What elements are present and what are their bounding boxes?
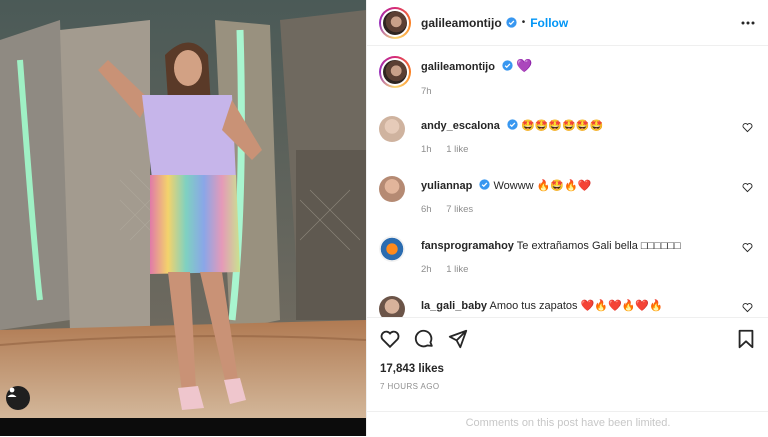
comment-time: 6h xyxy=(421,204,432,215)
photo-illustration xyxy=(0,0,366,436)
verified-icon xyxy=(507,119,518,130)
verified-icon xyxy=(502,60,513,71)
comment-likes[interactable]: 1 like xyxy=(446,264,468,275)
comments-list[interactable]: galileamontijo 💜 7h andy_escalona 🤩🤩🤩🤩🤩🤩… xyxy=(367,46,768,317)
share-button[interactable] xyxy=(447,328,469,350)
commenter-avatar[interactable] xyxy=(379,296,405,317)
likes-count[interactable]: 17,843 likes xyxy=(380,363,444,375)
caption-avatar[interactable] xyxy=(379,56,411,88)
comment-text: Amoo tus zapatos ❤️🔥❤️🔥❤️🔥 xyxy=(489,300,663,312)
comment-icon xyxy=(414,329,433,348)
more-options-button[interactable] xyxy=(739,14,757,32)
commenter-avatar[interactable] xyxy=(379,176,405,202)
caption-text: 💜 xyxy=(516,58,533,73)
post-modal: galileamontijo • Follow galileamontijo 💜… xyxy=(0,0,768,436)
bookmark-icon xyxy=(738,329,754,349)
comment-likes[interactable]: 7 likes xyxy=(446,204,473,215)
caption-meta: 7h xyxy=(421,86,444,97)
user-tag-button[interactable] xyxy=(6,386,30,410)
comment-time: 1h xyxy=(421,144,432,155)
verified-icon xyxy=(479,179,491,190)
post-panel: galileamontijo • Follow galileamontijo 💜… xyxy=(366,0,768,436)
comment-text: 🤩🤩🤩🤩🤩🤩 xyxy=(521,120,604,132)
header-separator: • xyxy=(521,17,526,28)
comment-item: fansprogramahoy Te extrañamos Gali bella… xyxy=(379,236,759,276)
comment-username[interactable]: la_gali_baby xyxy=(421,300,487,312)
author-avatar[interactable] xyxy=(379,6,411,39)
heart-icon[interactable] xyxy=(742,302,753,313)
comment-text: Wowww 🔥🤩🔥❤️ xyxy=(493,180,592,192)
comment-item: andy_escalona 🤩🤩🤩🤩🤩🤩 1h 1 like xyxy=(379,116,759,156)
commenter-avatar[interactable] xyxy=(379,236,405,262)
comment-username[interactable]: yuliannap xyxy=(421,180,472,192)
comment-time: 2h xyxy=(421,264,432,275)
verified-icon xyxy=(506,17,517,28)
heart-icon[interactable] xyxy=(742,242,753,253)
comment-meta: 6h 7 likes xyxy=(421,204,485,215)
like-button[interactable] xyxy=(379,328,401,350)
comment-meta: 1h 1 like xyxy=(421,144,480,155)
user-tag-icon xyxy=(7,387,17,397)
commenter-avatar[interactable] xyxy=(379,116,405,142)
share-icon xyxy=(448,329,468,349)
comment-button[interactable] xyxy=(413,328,435,350)
comment-item: la_gali_baby Amoo tus zapatos ❤️🔥❤️🔥❤️🔥 xyxy=(379,296,759,317)
heart-icon xyxy=(380,330,400,349)
comment-likes[interactable]: 1 like xyxy=(446,144,468,155)
comment-meta: 2h 1 like xyxy=(421,264,480,275)
photo-bottom-bar xyxy=(0,418,366,436)
save-button[interactable] xyxy=(735,328,757,350)
post-header: galileamontijo • Follow xyxy=(367,0,768,46)
comment-text: Te extrañamos Gali bella □□□□□□ xyxy=(516,240,681,252)
post-timestamp[interactable]: 7 HOURS AGO xyxy=(380,382,440,391)
caption-time: 7h xyxy=(421,86,432,97)
more-icon xyxy=(741,21,755,25)
post-photo[interactable] xyxy=(0,0,366,436)
heart-icon[interactable] xyxy=(742,122,753,133)
heart-icon[interactable] xyxy=(742,182,753,193)
comment-username[interactable]: andy_escalona xyxy=(421,120,500,132)
comments-limited-notice: Comments on this post have been limited. xyxy=(367,411,768,437)
post-actions: 17,843 likes 7 HOURS AGO Comments on thi… xyxy=(367,317,768,436)
follow-button[interactable]: Follow xyxy=(530,16,568,30)
caption-username[interactable]: galileamontijo xyxy=(421,61,495,73)
author-username[interactable]: galileamontijo xyxy=(421,16,502,30)
comment-item: yuliannap Wowww 🔥🤩🔥❤️ 6h 7 likes xyxy=(379,176,759,216)
comment-username[interactable]: fansprogramahoy xyxy=(421,240,514,252)
